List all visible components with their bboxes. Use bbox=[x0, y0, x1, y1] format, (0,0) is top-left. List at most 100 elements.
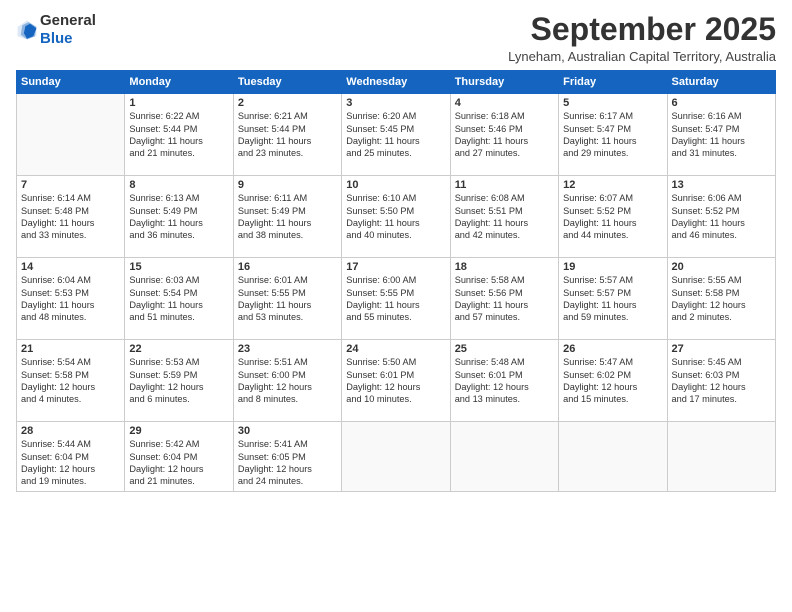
day-info: Sunrise: 5:54 AM Sunset: 5:58 PM Dayligh… bbox=[21, 356, 120, 406]
calendar-cell bbox=[342, 422, 450, 492]
day-number: 9 bbox=[238, 179, 337, 191]
day-number: 25 bbox=[455, 343, 554, 355]
calendar-cell: 30Sunrise: 5:41 AM Sunset: 6:05 PM Dayli… bbox=[233, 422, 341, 492]
day-number: 17 bbox=[346, 261, 445, 273]
calendar-cell: 2Sunrise: 6:21 AM Sunset: 5:44 PM Daylig… bbox=[233, 94, 341, 176]
day-number: 7 bbox=[21, 179, 120, 191]
calendar-cell: 6Sunrise: 6:16 AM Sunset: 5:47 PM Daylig… bbox=[667, 94, 775, 176]
calendar-cell: 7Sunrise: 6:14 AM Sunset: 5:48 PM Daylig… bbox=[17, 176, 125, 258]
calendar-cell: 10Sunrise: 6:10 AM Sunset: 5:50 PM Dayli… bbox=[342, 176, 450, 258]
calendar-cell: 18Sunrise: 5:58 AM Sunset: 5:56 PM Dayli… bbox=[450, 258, 558, 340]
calendar-cell: 29Sunrise: 5:42 AM Sunset: 6:04 PM Dayli… bbox=[125, 422, 233, 492]
weekday-header-thursday: Thursday bbox=[450, 71, 558, 94]
calendar-week-1: 1Sunrise: 6:22 AM Sunset: 5:44 PM Daylig… bbox=[17, 94, 776, 176]
calendar-cell: 12Sunrise: 6:07 AM Sunset: 5:52 PM Dayli… bbox=[559, 176, 667, 258]
day-info: Sunrise: 5:55 AM Sunset: 5:58 PM Dayligh… bbox=[672, 274, 771, 324]
day-info: Sunrise: 5:45 AM Sunset: 6:03 PM Dayligh… bbox=[672, 356, 771, 406]
logo-icon bbox=[16, 19, 38, 41]
day-info: Sunrise: 6:21 AM Sunset: 5:44 PM Dayligh… bbox=[238, 110, 337, 160]
calendar-cell: 23Sunrise: 5:51 AM Sunset: 6:00 PM Dayli… bbox=[233, 340, 341, 422]
logo-text: General Blue bbox=[40, 12, 96, 48]
day-info: Sunrise: 6:16 AM Sunset: 5:47 PM Dayligh… bbox=[672, 110, 771, 160]
calendar-cell: 5Sunrise: 6:17 AM Sunset: 5:47 PM Daylig… bbox=[559, 94, 667, 176]
calendar-cell: 27Sunrise: 5:45 AM Sunset: 6:03 PM Dayli… bbox=[667, 340, 775, 422]
calendar-cell: 26Sunrise: 5:47 AM Sunset: 6:02 PM Dayli… bbox=[559, 340, 667, 422]
day-number: 24 bbox=[346, 343, 445, 355]
day-info: Sunrise: 5:51 AM Sunset: 6:00 PM Dayligh… bbox=[238, 356, 337, 406]
day-info: Sunrise: 5:53 AM Sunset: 5:59 PM Dayligh… bbox=[129, 356, 228, 406]
calendar-cell: 28Sunrise: 5:44 AM Sunset: 6:04 PM Dayli… bbox=[17, 422, 125, 492]
day-info: Sunrise: 5:57 AM Sunset: 5:57 PM Dayligh… bbox=[563, 274, 662, 324]
day-info: Sunrise: 5:41 AM Sunset: 6:05 PM Dayligh… bbox=[238, 438, 337, 488]
weekday-header-friday: Friday bbox=[559, 71, 667, 94]
location-title: Lyneham, Australian Capital Territory, A… bbox=[508, 49, 776, 64]
calendar-cell: 3Sunrise: 6:20 AM Sunset: 5:45 PM Daylig… bbox=[342, 94, 450, 176]
day-info: Sunrise: 6:06 AM Sunset: 5:52 PM Dayligh… bbox=[672, 192, 771, 242]
calendar-cell: 16Sunrise: 6:01 AM Sunset: 5:55 PM Dayli… bbox=[233, 258, 341, 340]
day-number: 16 bbox=[238, 261, 337, 273]
day-info: Sunrise: 5:47 AM Sunset: 6:02 PM Dayligh… bbox=[563, 356, 662, 406]
day-number: 27 bbox=[672, 343, 771, 355]
day-info: Sunrise: 5:42 AM Sunset: 6:04 PM Dayligh… bbox=[129, 438, 228, 488]
day-info: Sunrise: 6:22 AM Sunset: 5:44 PM Dayligh… bbox=[129, 110, 228, 160]
day-info: Sunrise: 6:04 AM Sunset: 5:53 PM Dayligh… bbox=[21, 274, 120, 324]
day-number: 6 bbox=[672, 97, 771, 109]
weekday-header-tuesday: Tuesday bbox=[233, 71, 341, 94]
day-number: 21 bbox=[21, 343, 120, 355]
calendar-cell: 19Sunrise: 5:57 AM Sunset: 5:57 PM Dayli… bbox=[559, 258, 667, 340]
calendar-cell: 24Sunrise: 5:50 AM Sunset: 6:01 PM Dayli… bbox=[342, 340, 450, 422]
day-number: 23 bbox=[238, 343, 337, 355]
day-number: 15 bbox=[129, 261, 228, 273]
weekday-header-wednesday: Wednesday bbox=[342, 71, 450, 94]
day-info: Sunrise: 6:10 AM Sunset: 5:50 PM Dayligh… bbox=[346, 192, 445, 242]
weekday-header-row: SundayMondayTuesdayWednesdayThursdayFrid… bbox=[17, 71, 776, 94]
day-info: Sunrise: 5:48 AM Sunset: 6:01 PM Dayligh… bbox=[455, 356, 554, 406]
calendar-cell: 20Sunrise: 5:55 AM Sunset: 5:58 PM Dayli… bbox=[667, 258, 775, 340]
calendar-cell: 22Sunrise: 5:53 AM Sunset: 5:59 PM Dayli… bbox=[125, 340, 233, 422]
weekday-header-sunday: Sunday bbox=[17, 71, 125, 94]
calendar-week-3: 14Sunrise: 6:04 AM Sunset: 5:53 PM Dayli… bbox=[17, 258, 776, 340]
day-info: Sunrise: 6:00 AM Sunset: 5:55 PM Dayligh… bbox=[346, 274, 445, 324]
calendar-week-5: 28Sunrise: 5:44 AM Sunset: 6:04 PM Dayli… bbox=[17, 422, 776, 492]
calendar-week-4: 21Sunrise: 5:54 AM Sunset: 5:58 PM Dayli… bbox=[17, 340, 776, 422]
weekday-header-monday: Monday bbox=[125, 71, 233, 94]
day-info: Sunrise: 6:20 AM Sunset: 5:45 PM Dayligh… bbox=[346, 110, 445, 160]
logo: General Blue bbox=[16, 12, 96, 48]
day-number: 18 bbox=[455, 261, 554, 273]
logo-general: General bbox=[40, 12, 96, 29]
day-number: 5 bbox=[563, 97, 662, 109]
day-number: 20 bbox=[672, 261, 771, 273]
day-number: 30 bbox=[238, 425, 337, 437]
day-info: Sunrise: 5:44 AM Sunset: 6:04 PM Dayligh… bbox=[21, 438, 120, 488]
calendar-cell: 15Sunrise: 6:03 AM Sunset: 5:54 PM Dayli… bbox=[125, 258, 233, 340]
day-number: 13 bbox=[672, 179, 771, 191]
title-block: September 2025 Lyneham, Australian Capit… bbox=[508, 12, 776, 64]
calendar-cell: 13Sunrise: 6:06 AM Sunset: 5:52 PM Dayli… bbox=[667, 176, 775, 258]
header: General Blue September 2025 Lyneham, Aus… bbox=[16, 12, 776, 64]
day-info: Sunrise: 6:17 AM Sunset: 5:47 PM Dayligh… bbox=[563, 110, 662, 160]
day-number: 3 bbox=[346, 97, 445, 109]
month-title: September 2025 bbox=[508, 12, 776, 47]
day-info: Sunrise: 6:18 AM Sunset: 5:46 PM Dayligh… bbox=[455, 110, 554, 160]
day-info: Sunrise: 6:14 AM Sunset: 5:48 PM Dayligh… bbox=[21, 192, 120, 242]
day-number: 4 bbox=[455, 97, 554, 109]
calendar-cell bbox=[17, 94, 125, 176]
calendar-cell: 21Sunrise: 5:54 AM Sunset: 5:58 PM Dayli… bbox=[17, 340, 125, 422]
calendar-cell: 14Sunrise: 6:04 AM Sunset: 5:53 PM Dayli… bbox=[17, 258, 125, 340]
calendar-cell: 8Sunrise: 6:13 AM Sunset: 5:49 PM Daylig… bbox=[125, 176, 233, 258]
day-info: Sunrise: 6:11 AM Sunset: 5:49 PM Dayligh… bbox=[238, 192, 337, 242]
day-number: 10 bbox=[346, 179, 445, 191]
day-info: Sunrise: 6:08 AM Sunset: 5:51 PM Dayligh… bbox=[455, 192, 554, 242]
day-info: Sunrise: 6:01 AM Sunset: 5:55 PM Dayligh… bbox=[238, 274, 337, 324]
day-number: 2 bbox=[238, 97, 337, 109]
day-info: Sunrise: 6:13 AM Sunset: 5:49 PM Dayligh… bbox=[129, 192, 228, 242]
weekday-header-saturday: Saturday bbox=[667, 71, 775, 94]
day-info: Sunrise: 6:03 AM Sunset: 5:54 PM Dayligh… bbox=[129, 274, 228, 324]
day-number: 26 bbox=[563, 343, 662, 355]
day-number: 12 bbox=[563, 179, 662, 191]
calendar-cell: 1Sunrise: 6:22 AM Sunset: 5:44 PM Daylig… bbox=[125, 94, 233, 176]
day-number: 1 bbox=[129, 97, 228, 109]
calendar-cell: 4Sunrise: 6:18 AM Sunset: 5:46 PM Daylig… bbox=[450, 94, 558, 176]
calendar-cell: 17Sunrise: 6:00 AM Sunset: 5:55 PM Dayli… bbox=[342, 258, 450, 340]
day-number: 14 bbox=[21, 261, 120, 273]
